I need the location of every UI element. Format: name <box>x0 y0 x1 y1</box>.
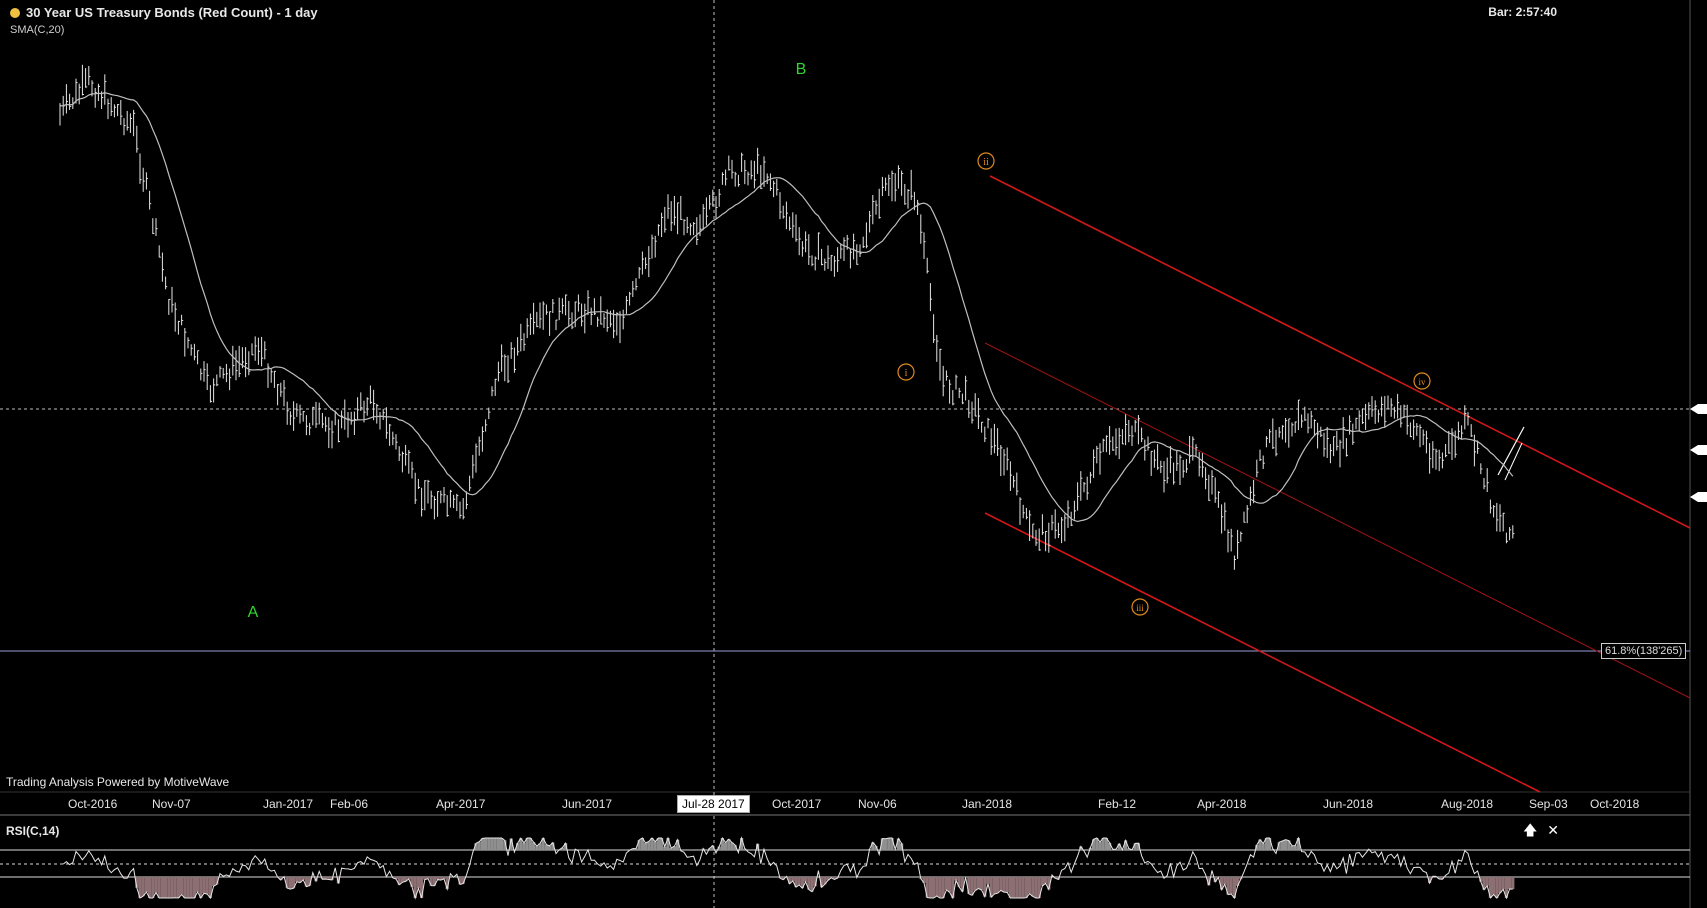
x-tick-label: Feb-12 <box>1098 797 1137 811</box>
wave-label-iii[interactable]: iii <box>1131 598 1149 616</box>
channel-lower[interactable] <box>984 512 1541 793</box>
wave-label-A[interactable]: A <box>248 604 259 621</box>
x-tick-label: Oct-2017 <box>772 797 822 811</box>
x-tick-label: Jan-2018 <box>962 797 1013 811</box>
pane-up-icon[interactable]: 🡅 <box>1523 822 1537 838</box>
chart-title[interactable]: 30 Year US Treasury Bonds (Red Count) - … <box>26 5 318 20</box>
wave-label-B[interactable]: B <box>796 61 807 78</box>
x-tick-label: Jun-2017 <box>562 797 613 811</box>
svg-text:i: i <box>905 368 908 379</box>
x-tick-label: Jun-2018 <box>1323 797 1374 811</box>
price-chart[interactable]: A B i ii iii iv <box>0 0 1707 908</box>
channel-mid[interactable] <box>984 342 1691 699</box>
wave-label-iv[interactable]: iv <box>1413 372 1431 390</box>
rsi-controls: 🡅 ✕ <box>1517 820 1559 844</box>
channel-upper[interactable] <box>989 175 1691 529</box>
pane-close-icon[interactable]: ✕ <box>1547 822 1559 838</box>
symbol-status-dot <box>10 8 20 18</box>
svg-text:iii: iii <box>1136 603 1144 613</box>
x-tick-label: Oct-2016 <box>68 797 118 811</box>
x-tick-label: Aug-2018 <box>1441 797 1494 811</box>
branding-text: Trading Analysis Powered by MotiveWave <box>6 775 230 789</box>
sma-line <box>59 92 1514 523</box>
x-tick-label: Oct-2018 <box>1590 797 1640 811</box>
rsi-fills <box>122 838 1515 898</box>
svg-text:iv: iv <box>1418 377 1426 387</box>
x-tick-label: Feb-06 <box>330 797 369 811</box>
x-tick-label: Apr-2017 <box>436 797 486 811</box>
rsi-pane[interactable] <box>0 836 1690 900</box>
x-tick-label: Nov-06 <box>858 797 897 811</box>
wave-label-i[interactable]: i <box>897 363 915 381</box>
crosshair-date-label: Jul-28 2017 <box>677 795 750 813</box>
x-tick-label: Apr-2018 <box>1197 797 1247 811</box>
x-tick-label: Sep-03 <box>1529 797 1568 811</box>
wave-label-ii[interactable]: ii <box>977 152 995 170</box>
sma-indicator-label[interactable]: SMA(C,20) <box>10 24 64 36</box>
x-tick-label: Jan-2017 <box>263 797 314 811</box>
ohlc-bars <box>59 64 1515 570</box>
fib-label[interactable]: 61.8%(138'265) <box>1601 643 1687 659</box>
rsi-label[interactable]: RSI(C,14) <box>6 824 59 838</box>
svg-text:ii: ii <box>983 157 989 168</box>
wedge-drawing-lower[interactable] <box>1504 442 1523 481</box>
bar-timer: Bar: 2:57:40 <box>1488 5 1557 19</box>
x-tick-label: Nov-07 <box>152 797 191 811</box>
